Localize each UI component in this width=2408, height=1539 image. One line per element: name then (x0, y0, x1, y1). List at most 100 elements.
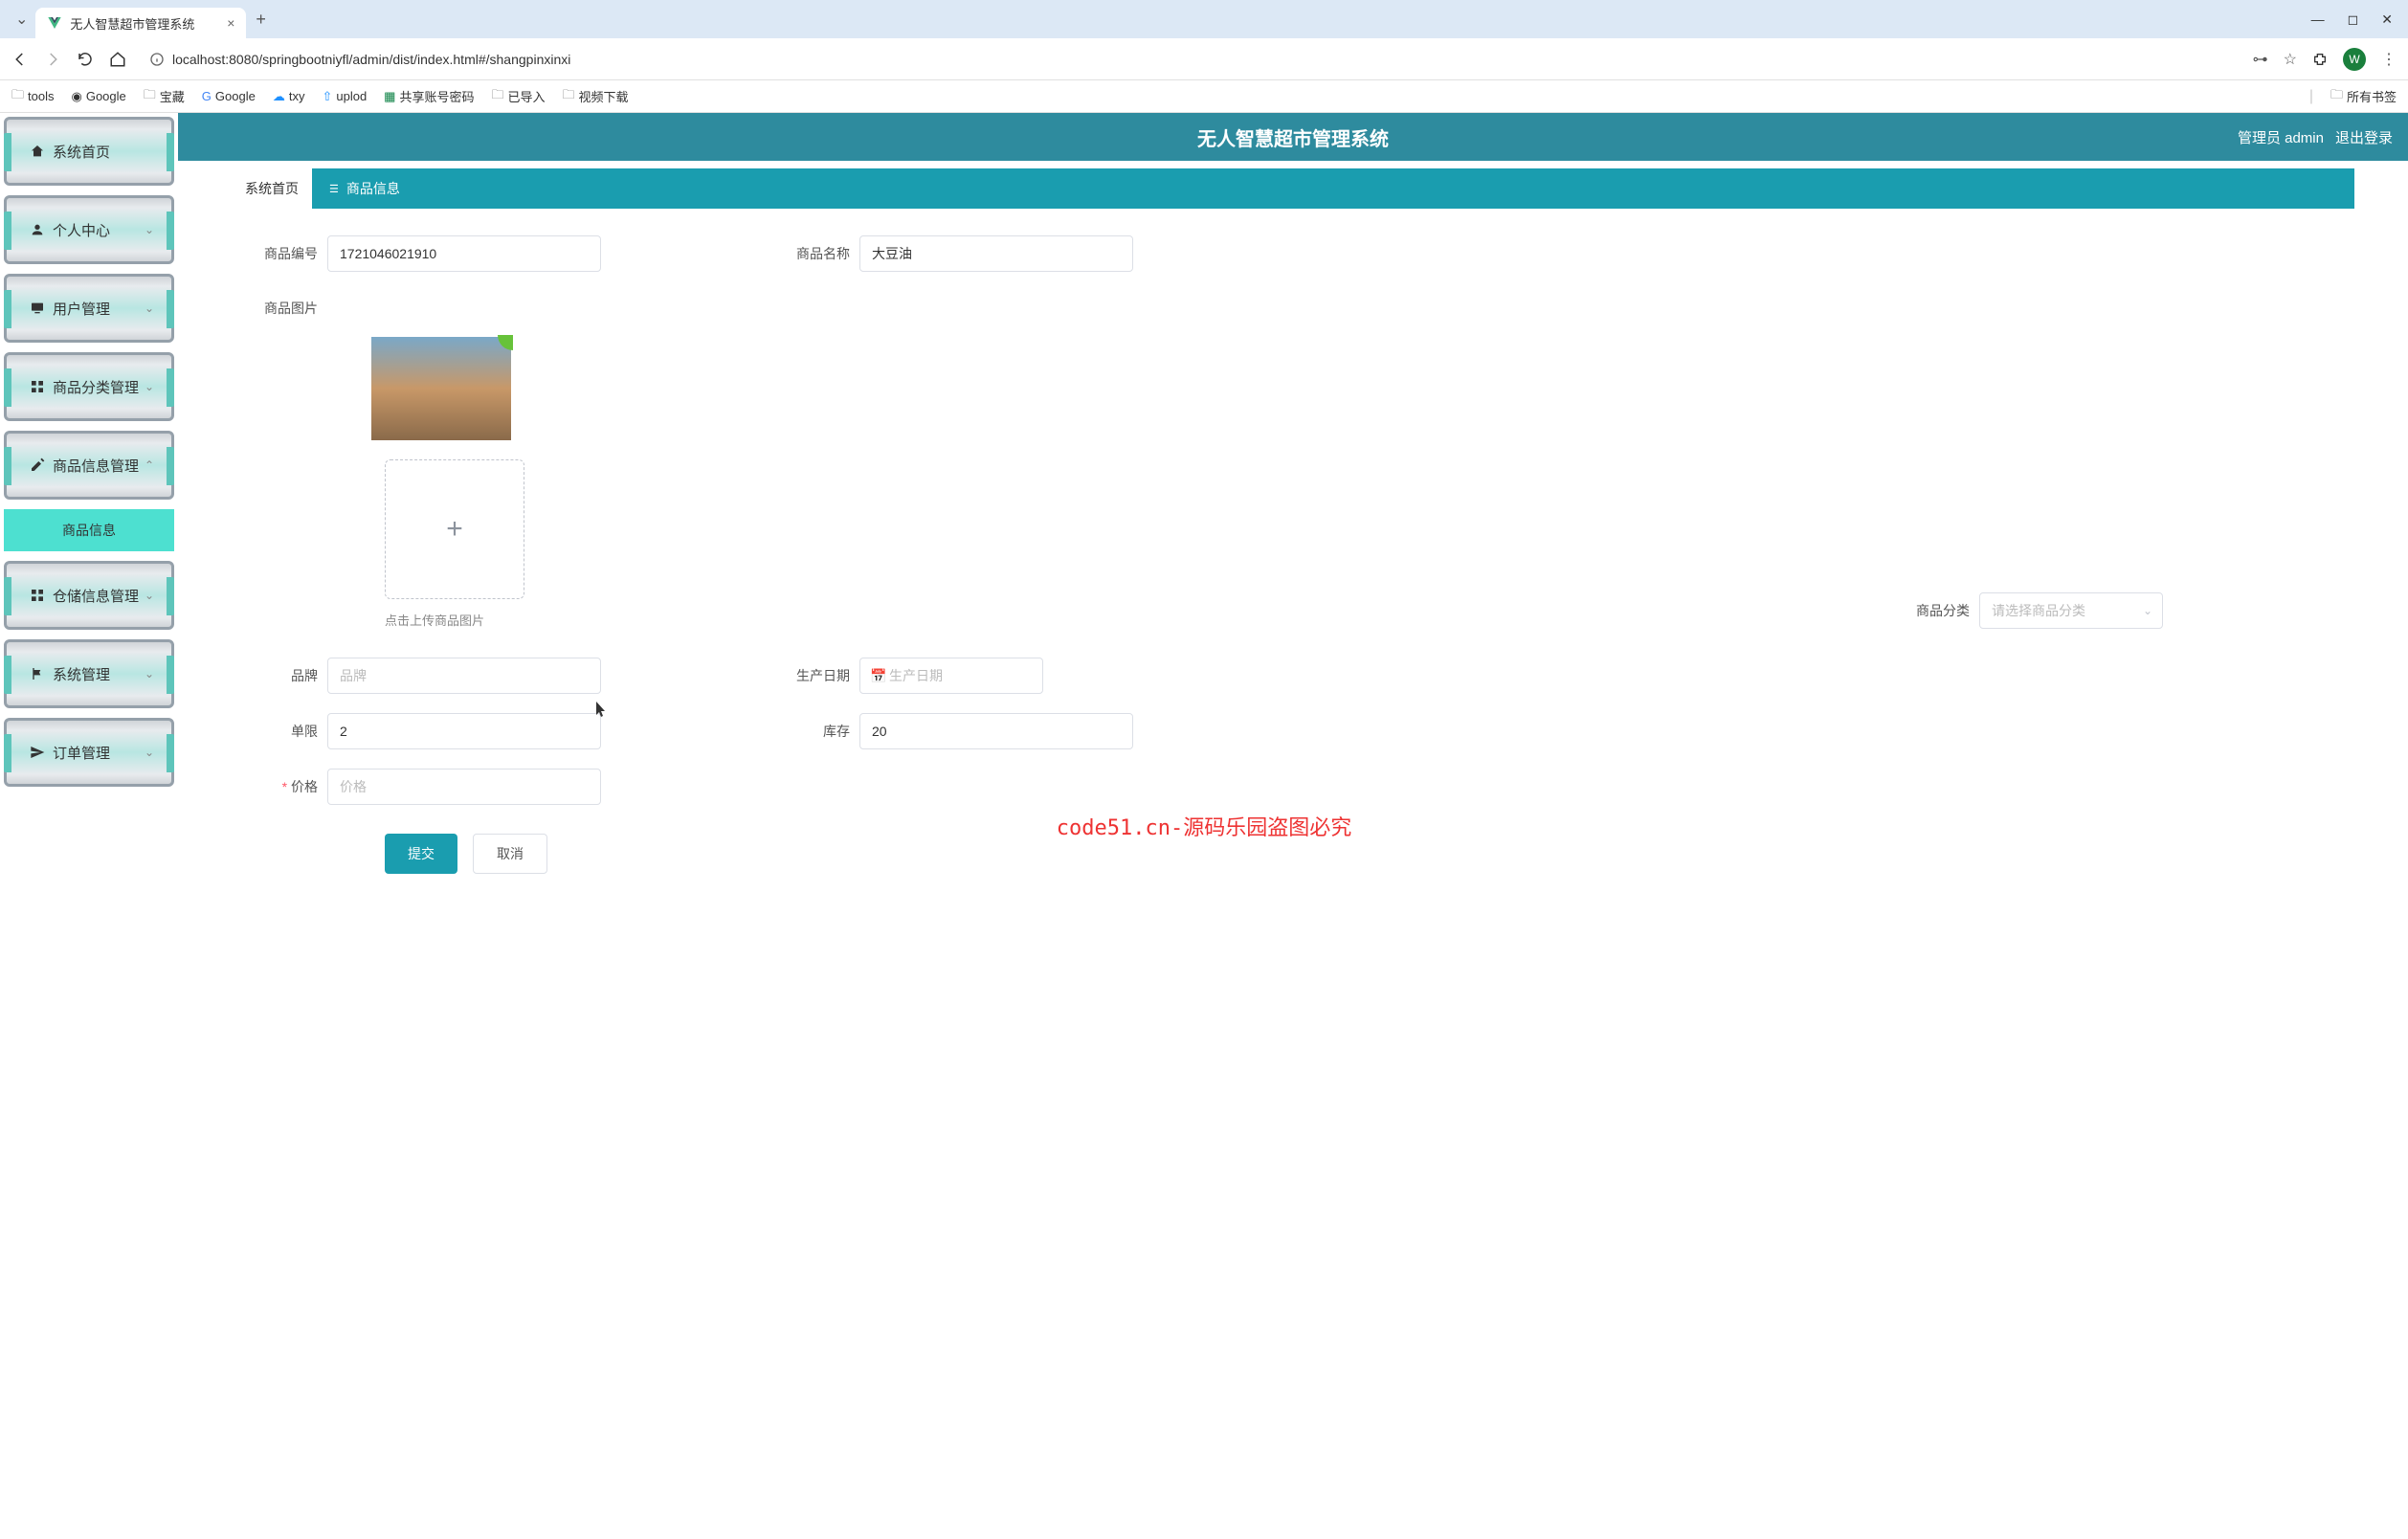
main-content: 无人智慧超市管理系统 管理员 admin 退出登录 系统首页 ☰ 商品信息 商品… (178, 113, 2408, 1539)
price-input[interactable] (327, 769, 601, 805)
bookmark-google1[interactable]: ◉Google (71, 89, 125, 104)
limit-input[interactable] (327, 713, 601, 749)
app-title: 无人智慧超市管理系统 (1197, 123, 1389, 151)
close-window-icon[interactable]: ✕ (2381, 11, 2393, 28)
grid-icon (30, 588, 45, 603)
minimize-icon[interactable]: — (2311, 11, 2325, 28)
sidebar-item-system[interactable]: 系统管理 ⌄ (4, 639, 174, 708)
price-label: 价格 (281, 777, 327, 796)
home-icon (30, 144, 45, 159)
upload-icon: ⇧ (322, 89, 332, 104)
submit-button[interactable]: 提交 (385, 834, 457, 874)
sheet-icon: ▦ (384, 89, 395, 104)
bookmark-import[interactable]: 🗀已导入 (491, 86, 545, 107)
sidebar-item-users[interactable]: 用户管理 ⌄ (4, 274, 174, 343)
sidebar-item-orders[interactable]: 订单管理 ⌄ (4, 718, 174, 787)
sidebar-item-product-info[interactable]: 商品信息管理 ⌃ (4, 431, 174, 500)
sidebar-item-category[interactable]: 商品分类管理 ⌄ (4, 352, 174, 421)
brand-label: 品牌 (289, 666, 327, 685)
bookmark-google2[interactable]: GGoogle (202, 89, 256, 103)
breadcrumb: 系统首页 ☰ 商品信息 (232, 168, 2354, 209)
sidebar-item-label: 个人中心 (53, 220, 110, 240)
breadcrumb-home[interactable]: 系统首页 (232, 168, 312, 209)
chevron-down-icon: ⌄ (145, 301, 154, 315)
sidebar-item-label: 系统首页 (53, 142, 110, 162)
calendar-icon: 📅 (870, 668, 886, 684)
product-name-label: 商品名称 (764, 244, 859, 263)
product-code-input[interactable] (327, 235, 601, 272)
folder-icon: 🗀 (11, 86, 24, 107)
submenu-product-info[interactable]: 商品信息 (4, 509, 174, 551)
new-tab-button[interactable]: + (246, 4, 276, 35)
folder-icon: 🗀 (144, 86, 156, 107)
prod-date-label: 生产日期 (764, 666, 859, 685)
star-icon[interactable]: ☆ (2284, 50, 2297, 69)
send-icon (30, 745, 45, 760)
sidebar-item-label: 仓储信息管理 (53, 586, 139, 606)
tab-dropdown-icon[interactable]: ⌄ (8, 6, 35, 33)
stock-label: 库存 (764, 722, 859, 741)
upload-box[interactable]: + (385, 459, 524, 599)
user-label[interactable]: 管理员 admin (2238, 127, 2324, 147)
folder-icon: 🗀 (491, 86, 503, 107)
separator: | (2309, 88, 2313, 105)
sidebar-item-label: 订单管理 (53, 743, 110, 763)
close-icon[interactable]: × (227, 15, 234, 31)
back-button[interactable] (11, 51, 29, 68)
chevron-down-icon: ⌄ (145, 746, 154, 759)
user-icon (30, 222, 45, 237)
browser-tab-strip: ⌄ 无人智慧超市管理系统 × + — ◻ ✕ (0, 0, 2408, 38)
browser-tab[interactable]: 无人智慧超市管理系统 × (35, 8, 246, 38)
plus-icon: + (446, 513, 463, 546)
sidebar: 系统首页 个人中心 ⌄ 用户管理 ⌄ 商品分类管理 ⌄ 商品信息管理 ⌃ 商品信… (0, 113, 178, 1539)
category-select[interactable]: 请选择商品分类 ⌄ (1979, 592, 2163, 629)
prod-date-input[interactable]: 📅 生产日期 (859, 658, 1043, 694)
brand-input[interactable] (327, 658, 601, 694)
breadcrumb-sep-icon: ☰ (329, 183, 339, 195)
stock-input[interactable] (859, 713, 1133, 749)
grid-icon (30, 379, 45, 394)
home-button[interactable] (109, 51, 126, 68)
password-icon[interactable]: ⊶ (2253, 50, 2268, 69)
edit-icon (30, 457, 45, 473)
extensions-icon[interactable] (2312, 52, 2328, 67)
google-icon: ◉ (71, 89, 81, 104)
chevron-up-icon: ⌃ (145, 458, 154, 472)
bookmark-share[interactable]: ▦共享账号密码 (384, 87, 474, 105)
bookmark-uplod[interactable]: ⇧uplod (322, 89, 367, 104)
app-header: 无人智慧超市管理系统 管理员 admin 退出登录 (178, 113, 2408, 161)
bookmark-tools[interactable]: 🗀tools (11, 86, 54, 107)
breadcrumb-current: 商品信息 (346, 179, 400, 198)
user-avatar[interactable]: W (2343, 48, 2366, 71)
monitor-icon (30, 301, 45, 316)
logout-link[interactable]: 退出登录 (2335, 127, 2393, 147)
menu-icon[interactable]: ⋮ (2381, 50, 2397, 69)
all-bookmarks[interactable]: 🗀所有书签 (2330, 86, 2397, 107)
info-icon (149, 52, 165, 67)
bookmark-video[interactable]: 🗀视频下载 (563, 86, 629, 107)
sidebar-item-personal[interactable]: 个人中心 ⌄ (4, 195, 174, 264)
sidebar-item-storage[interactable]: 仓储信息管理 ⌄ (4, 561, 174, 630)
url-text: localhost:8080/springbootniyfl/admin/dis… (172, 52, 570, 67)
folder-icon: 🗀 (2330, 86, 2343, 107)
sidebar-item-label: 用户管理 (53, 299, 110, 319)
browser-navbar: localhost:8080/springbootniyfl/admin/dis… (0, 38, 2408, 80)
product-name-input[interactable] (859, 235, 1133, 272)
chevron-down-icon: ⌄ (145, 223, 154, 236)
chevron-down-icon: ⌄ (2143, 604, 2152, 617)
bookmark-txy[interactable]: ☁txy (273, 89, 305, 104)
bookmarks-bar: 🗀tools ◉Google 🗀宝藏 GGoogle ☁txy ⇧uplod ▦… (0, 80, 2408, 113)
bookmark-baozang[interactable]: 🗀宝藏 (144, 86, 185, 107)
chevron-down-icon: ⌄ (145, 380, 154, 393)
form: 商品编号 商品名称 商品图片 + (232, 209, 2354, 901)
maximize-icon[interactable]: ◻ (2348, 11, 2359, 28)
window-controls: — ◻ ✕ (2311, 11, 2400, 28)
flag-icon (30, 666, 45, 681)
cancel-button[interactable]: 取消 (473, 834, 547, 874)
image-preview[interactable] (371, 337, 511, 440)
sidebar-item-home[interactable]: 系统首页 (4, 117, 174, 186)
url-bar[interactable]: localhost:8080/springbootniyfl/admin/dis… (142, 48, 2238, 71)
forward-button[interactable] (44, 51, 61, 68)
sidebar-item-label: 系统管理 (53, 664, 110, 684)
reload-button[interactable] (77, 51, 94, 68)
